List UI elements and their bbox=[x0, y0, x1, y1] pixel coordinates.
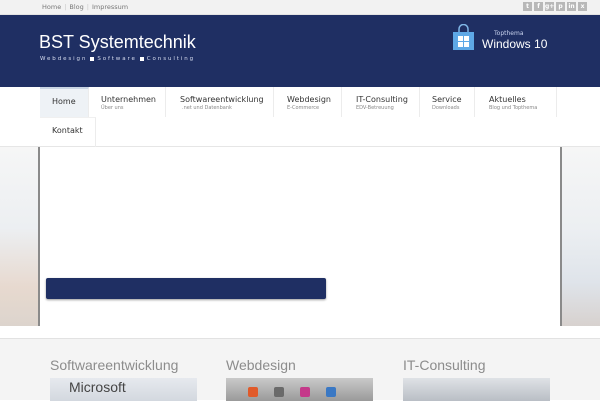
nav-label: Home bbox=[52, 97, 76, 106]
nav-sublabel: EDV-Betreuung bbox=[356, 105, 394, 111]
logo-chip-icon bbox=[326, 387, 336, 397]
nav-item-softwareentwicklung[interactable]: Softwareentwicklung .net und Datenbank bbox=[166, 87, 274, 117]
slide-preview-right[interactable] bbox=[562, 147, 600, 327]
separator: | bbox=[86, 3, 89, 11]
nav-label: IT-Consulting bbox=[356, 95, 408, 104]
windows10-promo[interactable]: Topthema Windows 10 bbox=[452, 24, 562, 54]
social-icons: t f g+ p in x bbox=[523, 2, 587, 11]
hero-slider bbox=[0, 147, 600, 327]
promo-label: Topthema bbox=[494, 30, 524, 37]
facebook-icon[interactable]: f bbox=[534, 2, 543, 11]
site-tagline: Webdesign Software Consulting bbox=[40, 56, 195, 62]
windows-store-bag-icon bbox=[453, 24, 474, 50]
nav-item-webdesign[interactable]: Webdesign E-Commerce bbox=[274, 87, 342, 117]
promo-title: Windows 10 bbox=[482, 37, 548, 51]
nav-sublabel: E-Commerce bbox=[287, 105, 320, 111]
nav-item-aktuelles[interactable]: Aktuelles Blog und Topthema bbox=[475, 87, 557, 117]
tagline-item: Consulting bbox=[146, 56, 196, 62]
top-link-blog[interactable]: Blog bbox=[69, 3, 83, 11]
top-bar: Home | Blog | Impressum t f g+ p in x bbox=[0, 0, 600, 15]
nav-item-unternehmen[interactable]: Unternehmen Über uns bbox=[89, 87, 166, 117]
slide-caption-bar bbox=[46, 278, 326, 299]
nav-item-kontakt[interactable]: Kontakt bbox=[40, 117, 96, 147]
spacer bbox=[0, 326, 600, 338]
feature-thumbnail[interactable] bbox=[403, 378, 550, 401]
square-bullet-icon bbox=[90, 57, 95, 61]
feature-thumbnail[interactable]: Microsoft bbox=[50, 378, 197, 401]
site-title[interactable]: BST Systemtechnik bbox=[39, 32, 196, 53]
tagline-item: Webdesign bbox=[40, 56, 88, 62]
linkedin-icon[interactable]: in bbox=[567, 2, 576, 11]
nav-item-service[interactable]: Service Downloads bbox=[420, 87, 475, 117]
nav-sublabel: .net und Datenbank bbox=[182, 105, 232, 111]
nav-sublabel: Über uns bbox=[101, 105, 124, 111]
thumbnail-text: Microsoft bbox=[69, 379, 126, 395]
feature-title[interactable]: Softwareentwicklung bbox=[50, 357, 178, 373]
slide-main[interactable] bbox=[38, 147, 562, 326]
separator: | bbox=[64, 3, 67, 11]
nav-label: Unternehmen bbox=[101, 95, 156, 104]
xing-icon[interactable]: x bbox=[578, 2, 587, 11]
logo-chip-icon bbox=[300, 387, 310, 397]
twitter-icon[interactable]: t bbox=[523, 2, 532, 11]
nav-sublabel: Blog und Topthema bbox=[489, 105, 538, 111]
nav-label: Webdesign bbox=[287, 95, 331, 104]
top-link-impressum[interactable]: Impressum bbox=[92, 3, 128, 11]
pinterest-icon[interactable]: p bbox=[556, 2, 565, 11]
main-nav: Home Unternehmen Über uns Softwareentwic… bbox=[0, 87, 600, 147]
logo-chip-icon bbox=[274, 387, 284, 397]
logo-chip-icon bbox=[248, 387, 258, 397]
feature-thumbnail[interactable] bbox=[226, 378, 373, 401]
feature-title[interactable]: IT-Consulting bbox=[403, 357, 485, 373]
nav-item-home[interactable]: Home bbox=[40, 87, 89, 117]
tagline-item: Software bbox=[97, 56, 137, 62]
feature-title[interactable]: Webdesign bbox=[226, 357, 296, 373]
nav-label: Softwareentwicklung bbox=[180, 95, 264, 104]
slide-preview-left[interactable] bbox=[0, 147, 38, 327]
feature-section: Softwareentwicklung Microsoft Webdesign … bbox=[0, 338, 600, 401]
nav-label: Service bbox=[432, 95, 462, 104]
square-bullet-icon bbox=[139, 57, 144, 61]
top-link-home[interactable]: Home bbox=[42, 3, 61, 11]
nav-label: Aktuelles bbox=[489, 95, 526, 104]
site-header: BST Systemtechnik Webdesign Software Con… bbox=[0, 15, 600, 87]
nav-label: Kontakt bbox=[52, 126, 83, 135]
google-plus-icon[interactable]: g+ bbox=[545, 2, 554, 11]
nav-item-it-consulting[interactable]: IT-Consulting EDV-Betreuung bbox=[342, 87, 420, 117]
top-links: Home | Blog | Impressum bbox=[42, 3, 128, 11]
nav-sublabel: Downloads bbox=[432, 105, 460, 111]
